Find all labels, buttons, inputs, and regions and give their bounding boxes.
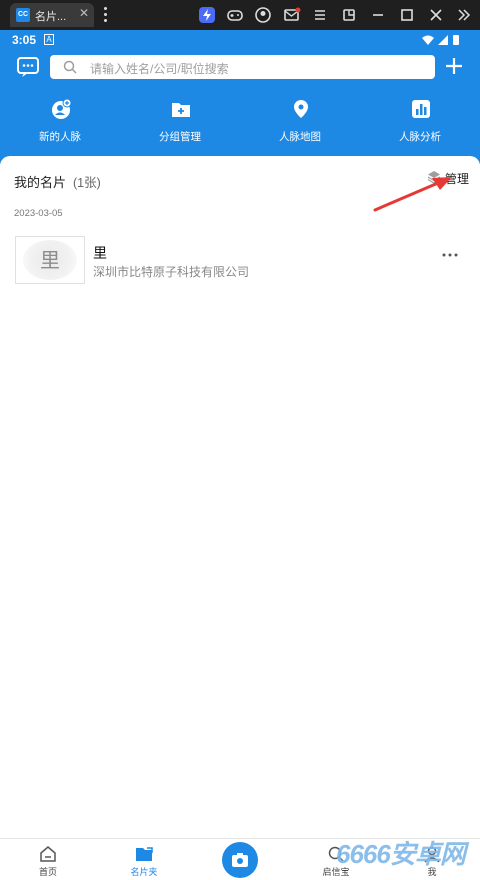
add-icon[interactable] (444, 56, 464, 76)
signal-icon (438, 35, 448, 45)
quick-action-contact-analysis[interactable]: 人脉分析 (360, 96, 480, 146)
app-logo-icon: CC (16, 8, 30, 22)
gamepad-icon[interactable] (226, 6, 244, 24)
search-placeholder: 请输入姓名/公司/职位搜索 (90, 62, 229, 76)
card-thumbnail: 里 (15, 236, 85, 284)
close-icon[interactable] (427, 6, 445, 24)
quick-action-label: 人脉分析 (399, 131, 441, 143)
lightning-icon[interactable] (198, 6, 216, 24)
card-company: 深圳市比特原子科技有限公司 (93, 265, 250, 279)
quick-action-group-manage[interactable]: 分组管理 (120, 96, 240, 146)
map-pin-icon (294, 100, 308, 118)
expand-icon[interactable] (455, 6, 473, 24)
card-folder-icon (136, 847, 153, 861)
watermark: 6666安卓网 (336, 839, 466, 869)
nav-label: 名片夹 (130, 867, 158, 877)
status-bar: 3:05 A (0, 30, 480, 50)
mail-icon[interactable] (283, 6, 301, 24)
card-count: (1张) (73, 176, 101, 190)
quick-action-label: 新的人脉 (39, 131, 81, 143)
quick-actions: 新的人脉 分组管理 人脉地图 人脉分析 (0, 96, 480, 146)
home-icon (40, 846, 56, 862)
avatar-initial: 里 (40, 250, 60, 272)
my-cards-panel: 我的名片 (1张) 管理 2023-03-05 里 里 深圳市比特原子科技有限公… (0, 156, 480, 838)
card-list-item[interactable]: 里 里 深圳市比特原子科技有限公司 (0, 236, 480, 286)
quick-action-contact-map[interactable]: 人脉地图 (240, 96, 360, 146)
card-name: 里 (93, 245, 107, 261)
more-options-icon[interactable] (440, 250, 460, 260)
status-time: 3:05 (12, 33, 37, 47)
battery-icon (453, 35, 459, 45)
status-icons (422, 35, 459, 45)
tab-close-icon[interactable]: ✕ (79, 6, 89, 20)
status-indicator: A (44, 34, 54, 45)
search-icon (63, 60, 77, 74)
account-icon[interactable] (254, 6, 272, 24)
nav-item-home[interactable]: 首页 (8, 839, 88, 880)
message-icon[interactable] (16, 56, 40, 78)
new-contacts-icon (52, 98, 72, 119)
quick-action-new-contacts[interactable]: 新的人脉 (0, 96, 120, 146)
annotation-arrow-icon (373, 177, 452, 212)
kebab-menu-icon[interactable] (102, 7, 108, 23)
wifi-icon (422, 35, 434, 45)
menu-icon[interactable] (311, 6, 329, 24)
nav-item-card-folder[interactable]: 名片夹 (104, 839, 184, 880)
group-folder-icon (172, 103, 190, 117)
nav-label: 首页 (38, 867, 57, 877)
search-input[interactable]: 请输入姓名/公司/职位搜索 (50, 55, 435, 79)
bar-chart-icon (412, 100, 430, 118)
quick-action-label: 分组管理 (159, 131, 201, 143)
quick-action-label: 人脉地图 (279, 131, 321, 143)
camera-button[interactable] (222, 842, 258, 878)
emulator-title-bar: CC 名片... ✕ (0, 0, 480, 30)
camera-icon (232, 853, 248, 867)
rotate-icon[interactable] (340, 6, 358, 24)
maximize-icon[interactable] (398, 6, 416, 24)
date-label: 2023-03-05 (14, 208, 63, 219)
app-header: 请输入姓名/公司/职位搜索 新的人脉 分组管理 人脉地图 人脉分析 (0, 50, 480, 164)
emulator-tab[interactable]: CC 名片... ✕ (10, 3, 94, 27)
minimize-icon[interactable] (369, 6, 387, 24)
emulator-tab-title: 名片... (35, 11, 67, 23)
section-title: 我的名片 (14, 175, 67, 190)
